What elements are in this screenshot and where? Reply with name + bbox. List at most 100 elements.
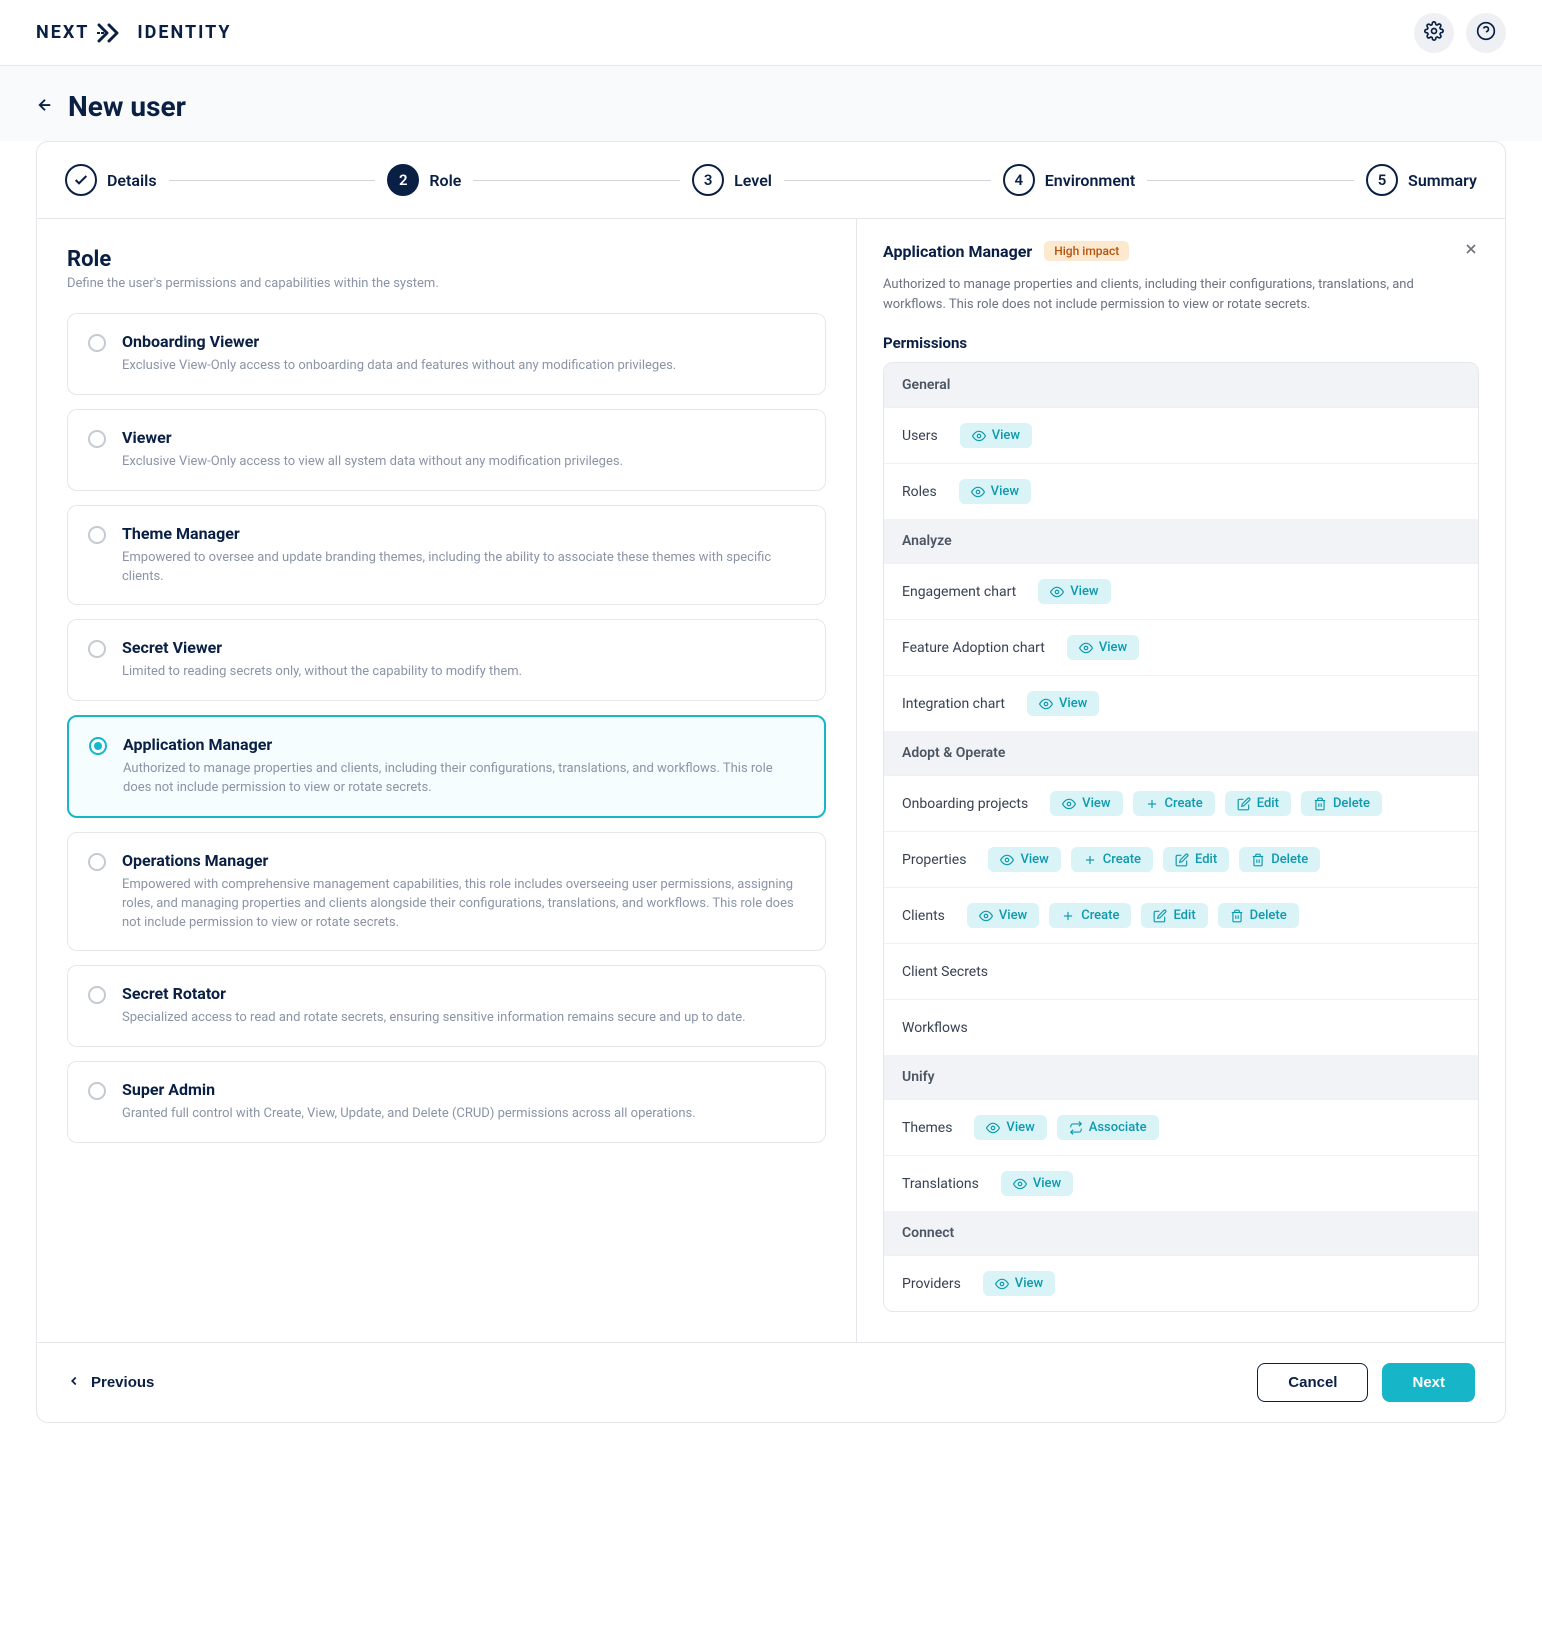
step-connector — [169, 180, 376, 181]
swap-icon — [1069, 1121, 1083, 1135]
plus-icon — [1145, 797, 1159, 811]
permission-chips: View — [960, 423, 1032, 448]
eye-icon — [1000, 853, 1014, 867]
settings-button[interactable] — [1414, 13, 1454, 53]
role-option[interactable]: Application ManagerAuthorized to manage … — [67, 715, 826, 818]
step-summary[interactable]: 5 Summary — [1366, 164, 1477, 196]
close-icon — [1463, 242, 1479, 261]
detail-header: Application Manager High impact — [883, 241, 1479, 261]
permission-chips: View — [1038, 579, 1110, 604]
permission-name: Onboarding projects — [902, 796, 1028, 812]
role-title: Theme Manager — [122, 524, 805, 543]
permission-row: Users View — [884, 407, 1478, 463]
role-title: Operations Manager — [122, 851, 805, 870]
role-option[interactable]: Operations ManagerEmpowered with compreh… — [67, 832, 826, 952]
permission-chip: Associate — [1057, 1115, 1159, 1140]
permission-row: Engagement chartView — [884, 563, 1478, 619]
permission-name: Integration chart — [902, 696, 1005, 712]
edit-icon — [1237, 797, 1251, 811]
eye-icon — [979, 909, 993, 923]
logo-text-next: NEXT — [36, 22, 89, 43]
help-button[interactable] — [1466, 13, 1506, 53]
permission-chip: View — [959, 479, 1031, 504]
role-description: Exclusive View-Only access to view all s… — [122, 453, 623, 472]
permission-chip: View — [1038, 579, 1110, 604]
permission-chips: View — [1027, 691, 1099, 716]
logo-text-identity: IDENTITY — [137, 22, 231, 43]
cancel-button[interactable]: Cancel — [1257, 1363, 1368, 1402]
permission-chips: ViewCreateEditDelete — [988, 847, 1320, 872]
role-description: Empowered to oversee and update branding… — [122, 549, 805, 587]
permission-chips: View — [983, 1271, 1055, 1296]
plus-icon — [1061, 909, 1075, 923]
logo: NEXT IDENTITY — [36, 22, 232, 43]
role-section-subtitle: Define the user's permissions and capabi… — [67, 276, 826, 291]
eye-icon — [1039, 697, 1053, 711]
role-title: Application Manager — [123, 735, 804, 754]
role-option[interactable]: Onboarding ViewerExclusive View-Only acc… — [67, 313, 826, 395]
chip-label: View — [1070, 584, 1098, 599]
step-details[interactable]: Details — [65, 164, 157, 196]
eye-icon — [971, 485, 985, 499]
step-label: Summary — [1408, 171, 1477, 190]
role-title: Super Admin — [122, 1080, 696, 1099]
role-title: Secret Viewer — [122, 638, 522, 657]
permission-chip: View — [1067, 635, 1139, 660]
radio-icon — [88, 986, 106, 1004]
chip-label: Delete — [1250, 908, 1287, 923]
close-detail-button[interactable] — [1463, 241, 1479, 261]
role-option[interactable]: Theme Manager Empowered to oversee and up… — [67, 505, 826, 606]
permission-row: ProvidersView — [884, 1255, 1478, 1311]
role-option[interactable]: Secret Rotator Specialized access to read… — [67, 965, 826, 1047]
role-title: Secret Rotator — [122, 984, 746, 1003]
permission-chip: Create — [1071, 847, 1153, 872]
role-description: Limited to reading secrets only, without… — [122, 663, 522, 682]
next-button[interactable]: Next — [1382, 1363, 1475, 1402]
step-environment[interactable]: 4Environment — [1003, 164, 1135, 196]
permission-chips: ViewCreateEditDelete — [1050, 791, 1382, 816]
wizard-footer: Previous Cancel Next — [37, 1342, 1505, 1422]
role-option[interactable]: Viewer Exclusive View-Only access to view… — [67, 409, 826, 491]
step-level[interactable]: 3 Level — [692, 164, 772, 196]
radio-icon — [88, 430, 106, 448]
role-title: Viewer — [122, 428, 623, 447]
permission-group-header: Connect — [884, 1211, 1478, 1255]
role-option[interactable]: Super Admin Granted full control with Cre… — [67, 1061, 826, 1143]
chip-label: Edit — [1173, 908, 1195, 923]
radio-icon — [88, 1082, 106, 1100]
permission-name: Clients — [902, 908, 945, 924]
previous-button[interactable]: Previous — [67, 1374, 154, 1392]
content: Role Define the user's permissions and c… — [37, 219, 1505, 1342]
step-badge: 5 — [1366, 164, 1398, 196]
chip-label: View — [1033, 1176, 1061, 1191]
radio-icon — [88, 853, 106, 871]
chip-label: Delete — [1333, 796, 1370, 811]
role-description: Granted full control with Create, View, … — [122, 1105, 696, 1124]
step-label: Level — [734, 171, 772, 190]
step-connector — [473, 180, 680, 181]
permission-row: TranslationsView — [884, 1155, 1478, 1211]
role-description: Exclusive View-Only access to onboarding… — [122, 357, 676, 376]
role-option[interactable]: Secret Viewer Limited to reading secrets … — [67, 619, 826, 701]
role-list-panel: Role Define the user's permissions and c… — [37, 219, 857, 1342]
trash-icon — [1313, 797, 1327, 811]
permission-name: Users — [902, 428, 938, 444]
step-label: Details — [107, 171, 157, 190]
permission-name: Feature Adoption chart — [902, 640, 1045, 656]
topbar-actions — [1414, 13, 1506, 53]
permission-chip: Delete — [1239, 847, 1320, 872]
permissions-heading: Permissions — [883, 334, 1479, 352]
chip-label: View — [1020, 852, 1048, 867]
chip-label: Create — [1081, 908, 1119, 923]
arrow-left-icon — [36, 99, 54, 118]
step-connector — [784, 180, 991, 181]
trash-icon — [1230, 909, 1244, 923]
chip-label: View — [1006, 1120, 1034, 1135]
role-description: Specialized access to read and rotate se… — [122, 1009, 746, 1028]
permission-chip: Create — [1049, 903, 1131, 928]
plus-icon — [1083, 853, 1097, 867]
step-badge: 3 — [692, 164, 724, 196]
permission-chip: Edit — [1225, 791, 1291, 816]
back-button[interactable] — [36, 96, 54, 118]
step-role[interactable]: 2Role — [387, 164, 461, 196]
